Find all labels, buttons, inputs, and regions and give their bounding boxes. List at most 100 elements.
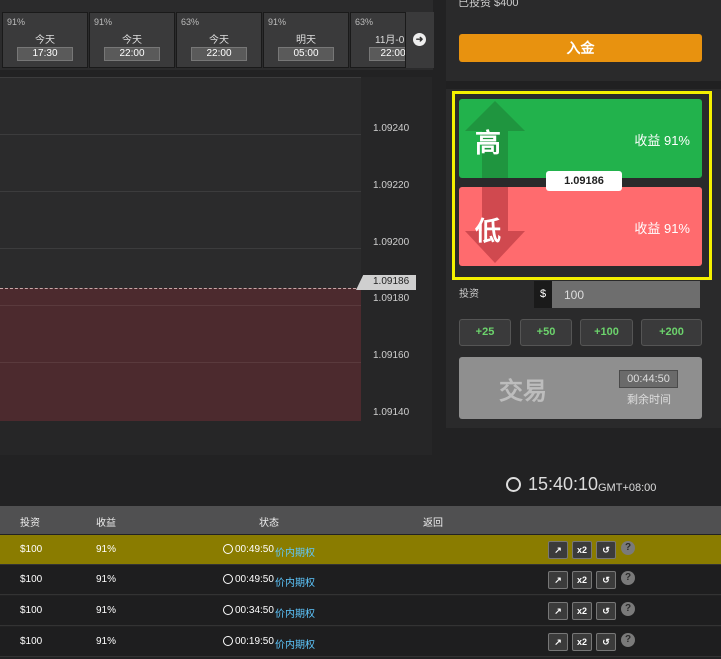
row-invest: $100 [20,605,43,616]
clock-icon [223,574,233,584]
countdown-timer: 00:44:50 [619,370,678,388]
help-icon[interactable]: ? [621,633,635,647]
expiry-time: 22:00 [104,47,160,61]
quick-add-200-button[interactable]: +200 [641,319,702,346]
sell-back-icon[interactable]: ↺ [596,541,616,559]
expiry-tab[interactable]: 91% 明天 05:00 [263,12,349,68]
expiry-time: 05:00 [278,47,334,61]
expiry-time: 17:30 [17,47,73,61]
clock-time: 15:40:10 [528,474,599,494]
expiry-tab[interactable]: 63% 今天 22:00 [176,12,262,68]
row-payout: 91% [96,605,117,616]
row-payout: 91% [96,574,117,585]
table-row[interactable]: $100 91% 00:49:50 价内期权 ↗ x2 ↺ ? [0,565,721,595]
current-price-tag: 1.09186 [356,275,416,290]
rollover-icon[interactable]: ↗ [548,602,568,620]
expiry-day: 今天 [122,35,142,46]
chart-plot-area [0,77,361,421]
row-status: 价内期权 [275,578,315,589]
expiry-day: 今天 [35,35,55,46]
current-price-badge: 1.09186 [546,171,622,191]
help-icon[interactable]: ? [621,571,635,585]
expiry-tab[interactable]: 91% 今天 17:30 [2,12,88,68]
col-payout: 收益 [96,518,116,529]
quick-add-100-button[interactable]: +100 [580,319,633,346]
expiry-tab[interactable]: 91% 今天 22:00 [89,12,175,68]
table-row[interactable]: $100 91% 00:49:50 价内期权 ↗ x2 ↺ ? [0,535,721,565]
put-zone [0,288,361,421]
row-status: 价内期权 [275,548,315,559]
row-time: 00:49:50 [235,574,274,585]
expiry-tab[interactable]: 63% 11月-0 22:00 [350,12,406,68]
expiry-day: 今天 [209,35,229,46]
rollover-icon[interactable]: ↗ [548,571,568,589]
y-axis-label: 1.09140 [373,407,410,418]
invested-amount: 已投资 $400 [458,0,519,9]
expiry-time: 22:00 [191,47,247,61]
expiry-time: 22:00 [369,47,405,61]
trades-table-header: 投资 收益 状态 返回 [0,506,721,534]
row-payout: 91% [96,636,117,647]
expiry-payout: 63% [355,17,374,27]
double-up-button[interactable]: x2 [572,541,592,559]
expiry-payout: 91% [268,17,287,27]
invest-label: 投资 [459,289,479,300]
row-payout: 91% [96,544,117,555]
next-expiry-button[interactable]: ➜ [405,12,434,68]
row-invest: $100 [20,544,43,555]
table-row[interactable]: $100 91% 00:19:50 价内期权 ↗ x2 ↺ ? [0,627,721,657]
col-invest: 投资 [20,518,40,529]
sell-back-icon[interactable]: ↺ [596,571,616,589]
y-axis-label: 1.09240 [373,123,410,134]
y-axis-label: 1.09180 [373,293,410,304]
table-row[interactable]: $100 91% 00:34:50 价内期权 ↗ x2 ↺ ? [0,596,721,626]
clock-icon [506,477,521,492]
invest-amount-input[interactable]: $ 100 [534,281,700,308]
help-icon[interactable]: ? [621,602,635,616]
expiry-payout: 63% [181,17,200,27]
clock-timezone: GMT+08:00 [598,482,657,494]
sell-back-icon[interactable]: ↺ [596,602,616,620]
expiry-day: 明天 [296,35,316,46]
col-status: 状态 [259,518,279,529]
rollover-icon[interactable]: ↗ [548,633,568,651]
y-axis-label: 1.09200 [373,237,410,248]
grid-line [0,134,361,135]
countdown-label: 剩余时间 [627,394,671,406]
current-price-line [0,288,361,289]
currency-symbol: $ [534,281,552,308]
arrow-right-icon: ➜ [413,33,426,46]
deposit-button[interactable]: 入金 [459,34,702,62]
row-invest: $100 [20,636,43,647]
quick-add-50-button[interactable]: +50 [520,319,572,346]
y-axis-label: 1.09220 [373,180,410,191]
quick-add-25-button[interactable]: +25 [459,319,511,346]
row-status: 价内期权 [275,640,315,651]
double-up-button[interactable]: x2 [572,571,592,589]
grid-line [0,191,361,192]
grid-line [0,248,361,249]
expiry-payout: 91% [94,17,113,27]
help-icon[interactable]: ? [621,541,635,555]
grid-line [0,305,361,306]
sell-back-icon[interactable]: ↺ [596,633,616,651]
expiry-tabs-bar: 91% 今天 17:30 91% 今天 22:00 63% 今天 22:00 9… [0,0,434,70]
row-status: 价内期权 [275,609,315,620]
y-axis-label: 1.09160 [373,350,410,361]
invest-value: 100 [564,288,585,302]
trade-label: 交易 [499,378,547,405]
trade-button[interactable]: 交易 00:44:50 剩余时间 [459,357,702,419]
double-up-button[interactable]: x2 [572,633,592,651]
rollover-icon[interactable]: ↗ [548,541,568,559]
expiry-payout: 91% [7,17,26,27]
row-invest: $100 [20,574,43,585]
clock-icon [223,544,233,554]
row-time: 00:19:50 [235,636,274,647]
price-chart[interactable]: 1.09240 1.09220 1.09200 1.09186 1.09180 … [0,77,432,455]
clock-icon [223,636,233,646]
col-return: 返回 [423,518,443,529]
clock-icon [223,605,233,615]
grid-line [0,362,361,363]
grid-line [0,77,361,78]
double-up-button[interactable]: x2 [572,602,592,620]
